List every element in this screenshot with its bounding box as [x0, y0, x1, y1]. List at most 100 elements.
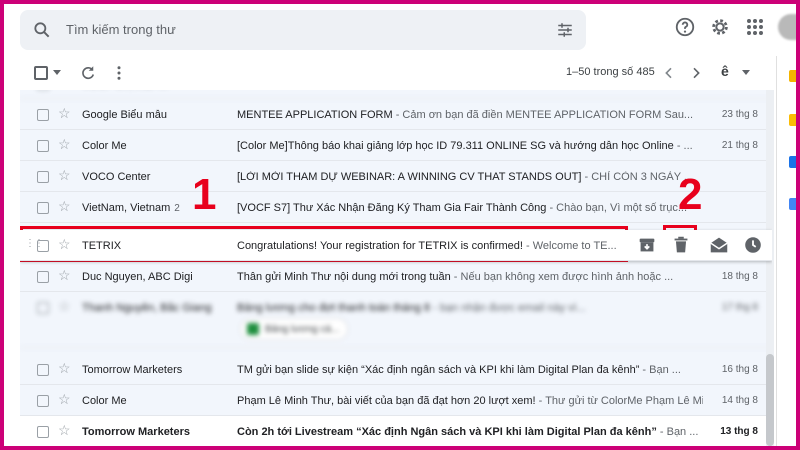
- gmail-window: Tìm kiếm trong thư 1–50 trong số 485 ê ☆…: [4, 4, 796, 446]
- row-checkbox[interactable]: [37, 240, 49, 252]
- email-row[interactable]: ☆ Color Me Phạm Lê Minh Thư, bài viết củ…: [20, 385, 772, 416]
- subject: MENTEE APPLICATION FORM: [237, 109, 393, 121]
- email-row[interactable]: ☆ Duc Nguyen, ABC Digi Thân gửi Minh Thư…: [20, 261, 772, 292]
- tasks-app-icon[interactable]: [789, 114, 796, 126]
- star-icon[interactable]: ☆: [58, 106, 71, 120]
- help-icon[interactable]: [674, 16, 696, 43]
- sender: Duc Nguyen, ABC Digi: [82, 271, 193, 283]
- email-row[interactable]: ☆ VietNam, Vietnam 2 [VOCF S7] Thư Xác Nh…: [20, 192, 772, 223]
- contacts-app-icon[interactable]: [789, 198, 796, 210]
- email-row[interactable]: ☆ Tomorrow Marketers TM gửi bạn slide sự…: [20, 354, 772, 385]
- subject-line: [Color Me]Thông báo khai giảng lớp học I…: [237, 140, 703, 152]
- subject-line: Bảng lương cho đợt thanh toán tháng 8 - …: [237, 302, 703, 314]
- thread-count: 2: [174, 203, 180, 214]
- email-row-hovered[interactable]: ⋮⋮ ☆ TETRIX Congratulations! Your regist…: [20, 230, 772, 261]
- date: 14 thg 8: [721, 395, 758, 406]
- attachment-name: Bảng lương cá...: [265, 324, 340, 335]
- subject-line: MENTEE APPLICATION FORM - Cảm ơn bạn đã …: [237, 109, 703, 121]
- email-row[interactable]: ☆ Google Biểu mẫu MENTEE APPLICATION FOR…: [20, 99, 772, 130]
- sender: Google Biểu mẫu: [82, 109, 167, 121]
- subject-line: [LỜI MỜI THAM DỰ WEBINAR: A WINNING CV T…: [237, 171, 703, 183]
- row-checkbox[interactable]: [37, 271, 49, 283]
- row-checkbox[interactable]: [37, 140, 49, 152]
- sender: Color Me: [82, 395, 127, 407]
- star-icon[interactable]: ☆: [58, 392, 71, 406]
- select-all-checkbox[interactable]: [34, 66, 48, 80]
- subject: [VOCF S7] Thư Xác Nhận Đăng Ký Tham Gia …: [237, 202, 547, 214]
- snooze-clock-icon[interactable]: [742, 234, 766, 258]
- snippet: - Bạn ...: [639, 364, 681, 376]
- pagination-text: 1–50 trong số 485: [566, 66, 655, 78]
- email-list: VOCF S7, Mai Tr. ☆ Google Biểu mẫu MENTE…: [20, 90, 772, 446]
- star-icon[interactable]: ☆: [58, 423, 71, 437]
- email-row-unread[interactable]: ☆ Tomorrow Marketers Còn 2h tới Livestre…: [20, 416, 772, 446]
- snippet: - Cảm ơn bạn đã điền MENTEE APPLICATION …: [392, 109, 694, 121]
- row-checkbox[interactable]: [37, 109, 49, 121]
- step-number-2: 2: [678, 170, 703, 219]
- email-row[interactable]: ☆ VOCO Center [LỜI MỜI THAM DỰ WEBINAR: …: [20, 161, 772, 192]
- sender: Tomorrow Marketers: [82, 426, 190, 438]
- star-icon[interactable]: ☆: [58, 361, 71, 375]
- mark-as-read-icon[interactable]: [708, 234, 732, 258]
- avatar[interactable]: [778, 14, 796, 40]
- date: 18 thg 8: [721, 271, 758, 282]
- chevron-left-icon[interactable]: [661, 65, 677, 86]
- attachment-chip[interactable]: Bảng lương cá...: [240, 318, 348, 340]
- refresh-icon[interactable]: [79, 64, 97, 87]
- star-icon[interactable]: ☆: [58, 137, 71, 151]
- sender: TETRIX: [82, 240, 122, 252]
- snippet: - Nếu bạn không xem được hình ảnh hoặc .…: [450, 271, 674, 283]
- snippet: - ...: [673, 140, 693, 152]
- row-checkbox[interactable]: [37, 302, 49, 314]
- subject-line: Còn 2h tới Livestream “Xác định Ngân sác…: [237, 426, 703, 438]
- snippet: - CHỈ CÒN 3 NGÀY ...: [581, 171, 694, 183]
- star-icon[interactable]: ☆: [58, 268, 71, 282]
- select-dropdown-icon[interactable]: [53, 70, 61, 75]
- keep-app-icon[interactable]: [789, 70, 796, 82]
- subject: Thân gửi Minh Thư nội dung mới trong tuầ…: [237, 271, 451, 283]
- subject-line: Phạm Lê Minh Thư, bài viết của bạn đã đạ…: [237, 395, 703, 407]
- row-checkbox[interactable]: [37, 364, 49, 376]
- gear-icon[interactable]: [709, 16, 731, 43]
- sender: Color Me: [82, 140, 127, 152]
- email-row-blurred[interactable]: ☆ Thanh Nguyễn, Bắc Giang Bảng lương cho…: [20, 292, 772, 348]
- subject-line: [VOCF S7] Thư Xác Nhận Đăng Ký Tham Gia …: [237, 202, 703, 214]
- trash-icon[interactable]: [670, 234, 694, 258]
- calendar-app-icon[interactable]: [789, 156, 796, 168]
- star-icon[interactable]: ☆: [58, 237, 71, 251]
- subject: TM gửi bạn slide sự kiện “Xác định ngân …: [237, 364, 640, 376]
- subject: Congratulations! Your registration for T…: [237, 240, 523, 252]
- subject: Phạm Lê Minh Thư, bài viết của bạn đã đạ…: [237, 395, 536, 407]
- side-panel-divider: [776, 56, 777, 446]
- snippet: - Thư gửi từ ColorMe Phạm Lê Minh...: [538, 395, 703, 407]
- archive-icon[interactable]: [636, 234, 660, 258]
- row-checkbox[interactable]: [37, 426, 49, 438]
- snippet: - Welcome to TE...: [522, 240, 617, 252]
- date: 23 thg 8: [721, 109, 758, 120]
- search-bar[interactable]: Tìm kiếm trong thư: [20, 10, 586, 50]
- star-icon[interactable]: ☆: [58, 168, 71, 182]
- toolbar: 1–50 trong số 485 ê: [4, 56, 774, 90]
- input-tools-dropdown-icon[interactable]: [742, 70, 750, 75]
- apps-grid-icon[interactable]: [746, 18, 764, 41]
- scrollbar-thumb[interactable]: [766, 354, 774, 446]
- input-tools-button[interactable]: ê: [721, 63, 729, 79]
- star-icon[interactable]: ☆: [58, 199, 71, 213]
- more-vert-icon[interactable]: [110, 64, 128, 87]
- email-row[interactable]: ☆ Color Me [Color Me]Thông báo khai giản…: [20, 130, 772, 161]
- search-icon[interactable]: [32, 20, 52, 45]
- spreadsheet-file-icon: [247, 323, 259, 335]
- row-checkbox[interactable]: [37, 395, 49, 407]
- chevron-right-icon[interactable]: [688, 65, 704, 86]
- email-row-clipped[interactable]: VOCF S7, Mai Tr.: [20, 90, 772, 99]
- snippet: - Bạn ...: [656, 426, 699, 438]
- subject: Còn 2h tới Livestream “Xác định Ngân sác…: [237, 426, 657, 438]
- subject: [Color Me]Thông báo khai giảng lớp học I…: [237, 140, 674, 152]
- star-icon[interactable]: ☆: [58, 299, 71, 313]
- sender: Tomorrow Marketers: [82, 364, 183, 376]
- search-input[interactable]: Tìm kiếm trong thư: [66, 22, 176, 37]
- row-checkbox[interactable]: [37, 202, 49, 214]
- sender: Thanh Nguyễn, Bắc Giang: [82, 302, 212, 314]
- row-checkbox[interactable]: [37, 171, 49, 183]
- tune-icon[interactable]: [556, 21, 574, 44]
